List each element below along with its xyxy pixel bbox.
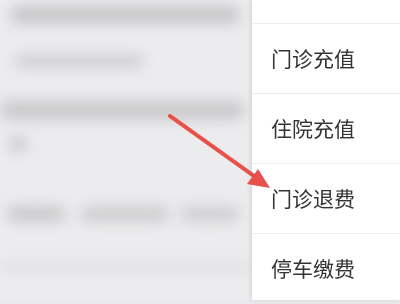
blurred-content-row — [6, 206, 66, 222]
blurred-content-row — [180, 206, 240, 222]
menu-item-inpatient-recharge[interactable]: 住院充值 — [252, 94, 400, 164]
menu-item-outpatient-recharge[interactable]: 门诊充值 — [252, 24, 400, 94]
dropdown-menu: 门诊充值 住院充值 门诊退费 停车缴费 — [252, 0, 400, 300]
blurred-content-row — [8, 136, 28, 152]
menu-item-label: 门诊充值 — [271, 47, 355, 72]
blurred-content-row — [80, 206, 170, 222]
menu-item-hidden-top[interactable] — [252, 0, 400, 24]
blurred-content-row — [10, 6, 240, 24]
menu-item-label: 停车缴费 — [271, 258, 355, 282]
blurred-content-row — [0, 262, 252, 272]
menu-item-label: 住院充值 — [271, 117, 355, 142]
blurred-background-page — [0, 0, 252, 300]
menu-item-outpatient-refund[interactable]: 门诊退费 — [252, 164, 400, 234]
blurred-content-row — [14, 54, 144, 68]
menu-item-parking-payment[interactable]: 停车缴费 — [252, 234, 400, 304]
menu-item-label: 门诊退费 — [271, 187, 355, 212]
blurred-content-row — [0, 100, 245, 120]
